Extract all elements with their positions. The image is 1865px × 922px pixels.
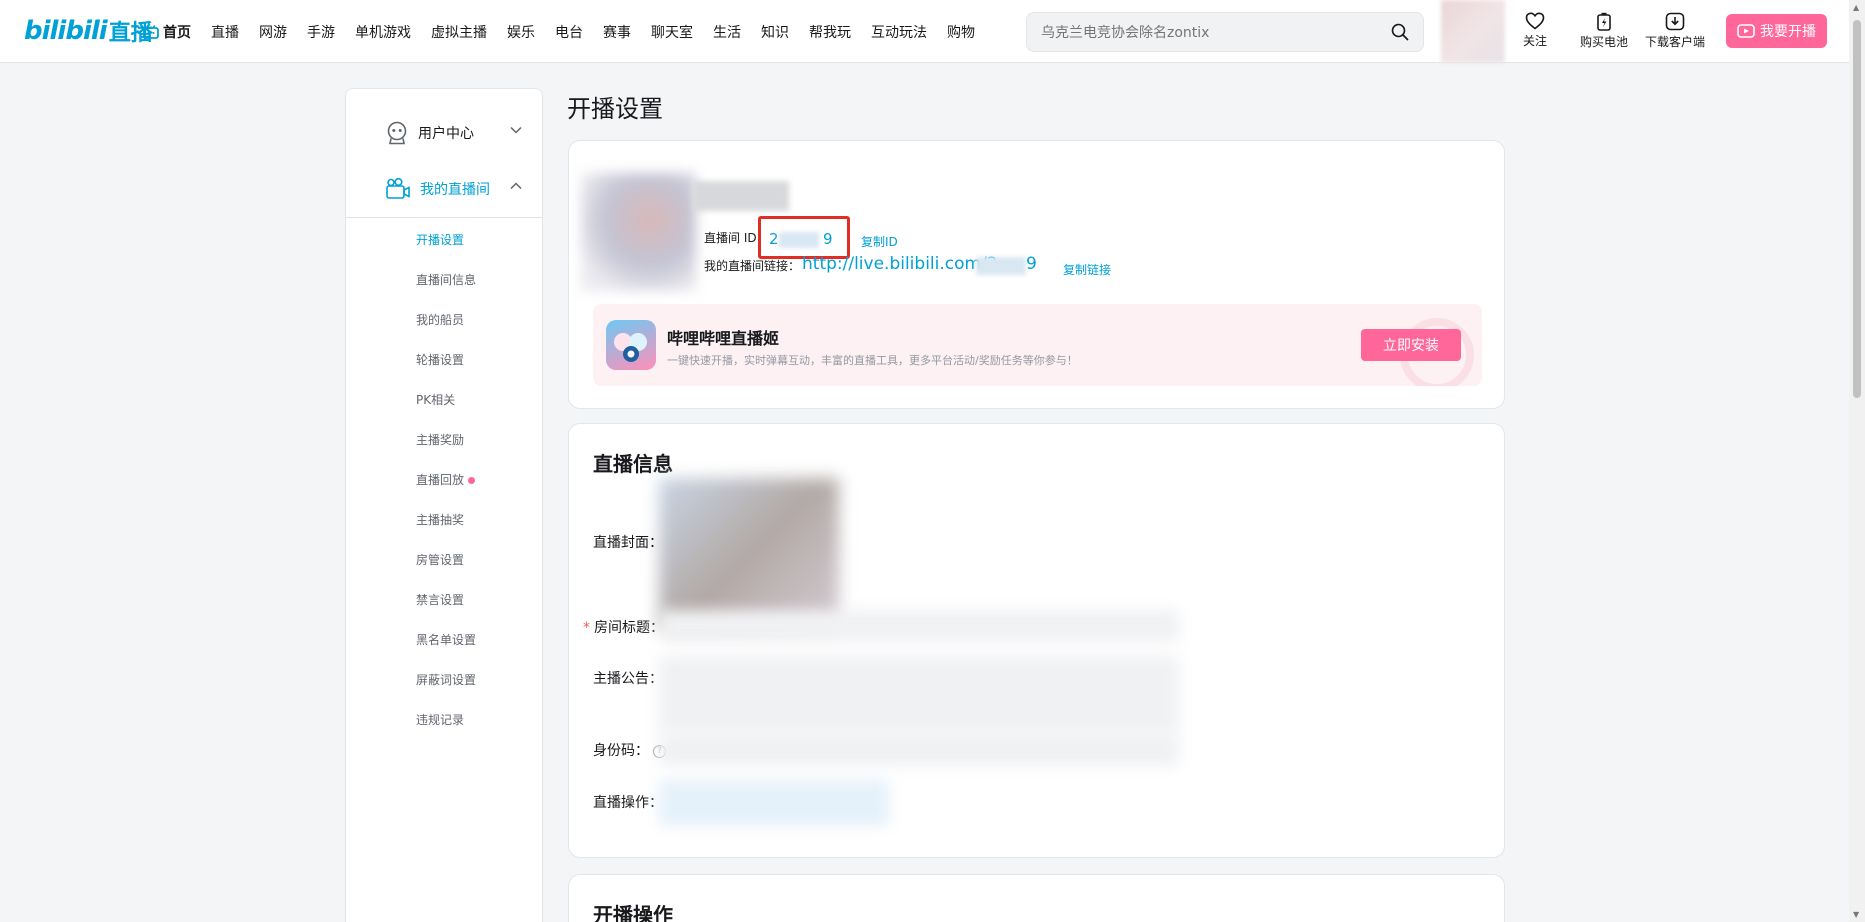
page-title: 开播设置 [567, 95, 663, 123]
nav-chatroom[interactable]: 聊天室 [651, 22, 693, 42]
start-live-button[interactable]: 我要开播 [1726, 14, 1827, 48]
nav-radio[interactable]: 电台 [555, 22, 583, 42]
nav-vtuber[interactable]: 虚拟主播 [431, 22, 487, 42]
nav-online-games[interactable]: 网游 [259, 22, 287, 42]
sidebar-item-violations[interactable]: 违规记录 [416, 711, 464, 728]
live-ops-title: 开播操作 [593, 903, 673, 922]
room-name-blurred [693, 181, 789, 211]
sidebar-item-crew[interactable]: 我的船员 [416, 311, 464, 328]
copy-id-link[interactable]: 复制ID [861, 233, 898, 250]
copy-link-button[interactable]: 复制链接 [1063, 261, 1111, 278]
sidebar-item-rewards[interactable]: 主播奖励 [416, 431, 464, 448]
sidebar-item-room-info[interactable]: 直播间信息 [416, 271, 476, 288]
page-scrollbar[interactable]: ▲ ▼ [1849, 0, 1865, 922]
nav-single-games[interactable]: 单机游戏 [355, 22, 411, 42]
required-mark: * [583, 620, 590, 636]
search-icon[interactable] [1391, 23, 1409, 41]
room-link-label: 我的直播间链接： [704, 259, 801, 273]
main-nav: 首页 直播 网游 手游 单机游戏 虚拟主播 娱乐 电台 赛事 聊天室 生活 知识… [143, 22, 995, 42]
sidebar-item-replay[interactable]: 直播回放 [416, 471, 476, 488]
nav-help-play[interactable]: 帮我玩 [809, 22, 851, 42]
notice-label: 主播公告： [593, 671, 663, 687]
download-client-button[interactable]: 下载客户端 [1640, 12, 1710, 50]
live-ops-card: 开播操作 [568, 874, 1505, 922]
search-input[interactable] [1041, 22, 1371, 44]
room-link-url[interactable]: http://live.bilibili.com/2 9 [802, 254, 1037, 278]
video-camera-icon [1737, 24, 1755, 38]
sidebar-item-lottery[interactable]: 主播抽奖 [416, 511, 464, 528]
nav-shopping[interactable]: 购物 [947, 22, 975, 42]
follow-button[interactable]: 关注 [1500, 12, 1570, 49]
live-ops-buttons[interactable] [659, 780, 889, 826]
room-avatar [581, 173, 696, 291]
live-assistant-app-icon [606, 320, 656, 370]
scroll-up-icon[interactable]: ▲ [1853, 3, 1859, 12]
sidebar-item-block-words[interactable]: 屏蔽词设置 [416, 671, 476, 688]
scroll-down-icon[interactable]: ▼ [1853, 910, 1859, 919]
logo-text: bilibili [24, 16, 108, 46]
room-title-label: * 房间标题： [583, 620, 664, 636]
sidebar-divider [346, 217, 542, 218]
id-code-field [659, 732, 1179, 766]
bilibili-live-logo[interactable]: bilibili 直播 [24, 14, 153, 48]
nav-esports[interactable]: 赛事 [603, 22, 631, 42]
buy-battery-button[interactable]: 购买电池 [1569, 12, 1639, 50]
live-info-card: 直播信息 直播封面： *房间标题： 主播公告： 身份码：? 直播操作： [568, 423, 1505, 858]
tv-icon [143, 25, 159, 39]
nav-entertainment[interactable]: 娱乐 [507, 22, 535, 42]
promo-description: 一键快速开播，实时弹幕互动，丰富的直播工具，更多平台活动/奖励任务等你参与！ [667, 354, 1078, 367]
promo-title: 哔哩哔哩直播姬 [667, 329, 780, 348]
sidebar-item-carousel[interactable]: 轮播设置 [416, 351, 464, 368]
notification-dot [468, 477, 476, 484]
room-card: 直播间 ID： 2 9 复制ID 我的直播间链接： http://live.bi… [568, 140, 1505, 409]
nav-knowledge[interactable]: 知识 [761, 22, 789, 42]
user-avatar[interactable] [1441, 0, 1505, 63]
room-id-highlight-box [758, 216, 850, 259]
sidebar-item-live-settings[interactable]: 开播设置 [416, 231, 464, 248]
sidebar-item-moderators[interactable]: 房管设置 [416, 551, 464, 568]
nav-interactive[interactable]: 互动玩法 [871, 22, 927, 42]
scrollbar-thumb[interactable] [1853, 20, 1861, 398]
top-navbar: bilibili 直播 首页 直播 网游 手游 单机游戏 虚拟主播 娱乐 电台 赛… [0, 0, 1849, 63]
nav-life[interactable]: 生活 [713, 22, 741, 42]
battery-icon [1597, 12, 1611, 31]
live-assistant-promo: 哔哩哔哩直播姬 一键快速开播，实时弹幕互动，丰富的直播工具，更多平台活动/奖励任… [593, 304, 1482, 386]
user-center-icon [387, 121, 407, 145]
sidebar-group-user-center[interactable]: 用户中心 [346, 109, 542, 157]
nav-home[interactable]: 首页 [143, 22, 191, 42]
notice-textarea[interactable] [659, 656, 1179, 732]
room-link-blur [976, 257, 1026, 275]
nav-live[interactable]: 直播 [211, 22, 239, 42]
nav-mobile-games[interactable]: 手游 [307, 22, 335, 42]
live-ops-label: 直播操作： [593, 795, 663, 811]
sidebar-item-mute[interactable]: 禁言设置 [416, 591, 464, 608]
install-now-button[interactable]: 立即安装 [1361, 329, 1461, 361]
chevron-up-icon [510, 182, 522, 190]
sidebar-group-my-room[interactable]: 我的直播间 [346, 165, 542, 213]
cover-label: 直播封面： [593, 535, 663, 551]
settings-sidebar: 用户中心 我的直播间 开播设置 直播间信息 我的船员 轮播设置 PK相关 主播奖… [345, 88, 543, 922]
sidebar-item-pk[interactable]: PK相关 [416, 391, 455, 408]
live-cover-image[interactable] [659, 478, 839, 628]
download-icon [1665, 12, 1685, 31]
sidebar-item-blacklist[interactable]: 黑名单设置 [416, 631, 476, 648]
heart-icon [1525, 12, 1545, 30]
id-code-label: 身份码：? [593, 740, 666, 760]
live-room-camera-icon [386, 178, 410, 199]
chevron-down-icon [510, 126, 522, 134]
room-title-input[interactable] [659, 610, 1179, 642]
search-box [1026, 12, 1424, 52]
live-info-title: 直播信息 [593, 452, 673, 476]
